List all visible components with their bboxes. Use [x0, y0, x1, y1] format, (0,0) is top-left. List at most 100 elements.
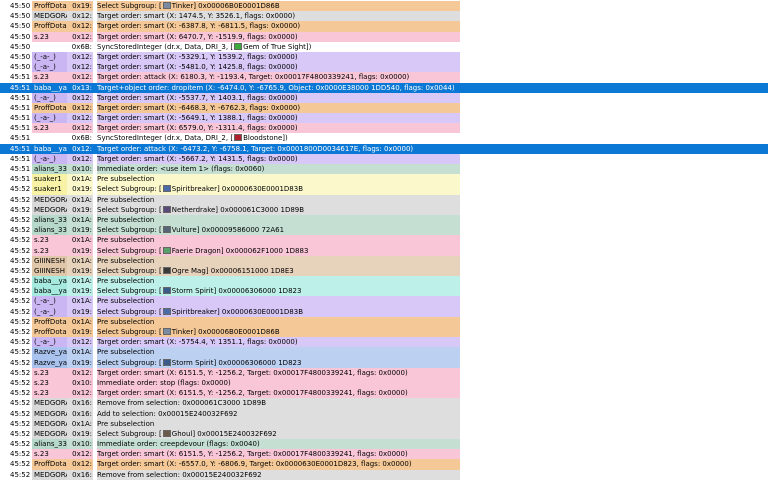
log-row-selected[interactable]: 45:51baba__yaga. 0x12: Target order: attac…	[0, 143, 768, 154]
row-message-text: Pre subselection	[97, 297, 155, 306]
row-action-code: 0x1A:	[67, 255, 93, 266]
row-time: 45:52	[10, 307, 31, 316]
row-action-code: 0x1A:	[67, 174, 93, 185]
log-row[interactable]: 45:51 (_-a-_) 0x12: Target order: smart (X:…	[0, 153, 768, 164]
row-message-text: Target order: smart (X: -6387.8, Y: -681…	[97, 22, 301, 31]
row-time: 45:51	[10, 165, 31, 173]
log-row[interactable]: 45:52MEDGORADOK0x1A: Pre subselection	[0, 194, 768, 205]
log-row[interactable]: 45:52Razve_ya_odin)0x19: Select Subgroup:…	[0, 357, 768, 368]
log-row[interactable]: 45:52alians_3330x10: Immediate order: cre…	[0, 439, 768, 450]
row-message: Select Subgroup: [Spiritbreaker] 0x00006…	[97, 306, 460, 317]
row-time: 45:51	[10, 175, 31, 184]
row-message: Target order: smart (X: -5649.1, Y: 1388…	[97, 113, 460, 124]
action-log-list[interactable]: 45:50ProffDotaa0x19:Select Subgroup: [Ti…	[0, 1, 768, 480]
row-action-code: 0x13:	[72, 83, 92, 92]
row-message-text-suffix: Ghoul] 0x00015E240032F692	[171, 429, 277, 438]
log-row[interactable]: 45:52MEDGORADOK0x16: Add to selection: 0x…	[0, 408, 768, 419]
log-row[interactable]: 45:52 s.23 0x19: Select Subgroup: [Faerie D…	[0, 245, 768, 256]
log-row[interactable]: 45:51 s.23 0x12: Target order: attack (X: 6…	[0, 72, 768, 83]
log-row[interactable]: 45:52ProffDotaa0x1A: Pre subselection	[0, 316, 768, 327]
log-row[interactable]: 45:52 (_-a-_) 0x1A: Pre subselection	[0, 296, 768, 307]
log-row[interactable]: 45:50 (_-a-_) 0x12: Target order: smart (X:…	[0, 51, 768, 63]
log-row[interactable]: 45:51 s.23 0x12: Target order: smart (X: 65…	[0, 123, 768, 134]
log-row[interactable]: 45:52MEDGORADOK0x19: Select Subgroup: [Gh…	[0, 428, 768, 440]
log-row[interactable]: 45:52 s.23 0x12: Target order: smart (X: 61…	[0, 449, 768, 460]
row-message-text: Pre subselection	[97, 195, 155, 204]
log-row[interactable]: 45:50MEDGORADOK0x12: Target order: smart …	[0, 11, 768, 22]
row-time: 45:51	[10, 83, 31, 92]
row-message-text: Add to selection: 0x00015E240032F692	[97, 409, 238, 418]
row-action-code: 0x16:	[67, 469, 93, 480]
row-message: Target order: smart (X: -6387.8, Y: -681…	[97, 21, 460, 32]
row-message-text-suffix: Netherdrake] 0x000061C3000 1D89B	[171, 205, 305, 214]
row-message: Pre subselection	[97, 235, 460, 246]
log-row[interactable]: 45:52 GIIINESH 0x1A: Pre subselection	[0, 255, 768, 266]
log-row[interactable]: 45:52 GIIINESH 0x19: Select Subgroup: [Ogre…	[0, 265, 768, 277]
row-message: Pre subselection	[97, 276, 460, 287]
row-action-code: 0x19:	[67, 327, 93, 338]
row-time: 45:52	[10, 429, 31, 438]
row-message-text: Target order: smart (X: -6468.3, Y: -676…	[97, 103, 301, 112]
log-row[interactable]: 45:50 (_-a-_) 0x12: Target order: smart (X:…	[0, 62, 768, 73]
row-action-code: 0x12:	[67, 459, 93, 470]
row-message: Target order: smart (X: -5329.1, Y: 1539…	[97, 51, 460, 63]
log-row[interactable]: 45:52ProffDotaa0x12: Target order: smart …	[0, 459, 768, 470]
row-time: 45:50	[10, 22, 31, 31]
log-row[interactable]: 45:52alians_3330x19: Select Subgroup: [Vu…	[0, 225, 768, 236]
row-message-text: Pre subselection	[97, 419, 155, 428]
log-row[interactable]: 45:52 s.23 0x10: Immediate order: stop (fla…	[0, 377, 768, 389]
log-row[interactable]: 45:51ProffDotaa0x12: Target order: smart …	[0, 102, 768, 114]
row-action-code: 0x12:	[67, 31, 93, 42]
row-message-text-suffix: Vulture] 0x00009586000 72A61	[171, 226, 285, 235]
row-action-code: 0x1A:	[67, 214, 93, 226]
row-player-name: baba__yaga.	[34, 144, 67, 153]
log-row[interactable]: 45:51 (_-a-_) 0x12: Target order: smart (X:…	[0, 92, 768, 103]
log-row[interactable]: 45:52MEDGORADOK0x16: Remove from selectio…	[0, 398, 768, 409]
row-message-text: SyncStoredInteger (dr.x, Data, DRI_3, [	[97, 42, 234, 51]
log-row[interactable]: 45:52 suaker1 0x19: Select Subgroup: [Spiri…	[0, 184, 768, 195]
log-row[interactable]: 45:50 s.23 0x12: Target order: smart (X: 64…	[0, 31, 768, 42]
row-message-text: Target order: smart (X: -6557.0, Y: -680…	[97, 460, 412, 469]
row-time: 45:52	[10, 348, 31, 357]
log-row[interactable]: 45:51 0x6B: SyncStoredInteger (dr.x, Data,…	[0, 133, 768, 144]
row-message: Select Subgroup: [Tinker] 0x00006B0E0001…	[97, 327, 460, 338]
log-row[interactable]: 45:52 s.23 0x12: Target order: smart (X: 61…	[0, 388, 768, 399]
log-row[interactable]: 45:52baba__yaga.0x1A: Pre subselection	[0, 276, 768, 287]
row-message-text: Pre subselection	[97, 256, 155, 265]
row-player-name: GIIINESH	[32, 255, 67, 266]
log-row[interactable]: 45:52alians_3330x1A: Pre subselection	[0, 214, 768, 226]
row-message-text: Select Subgroup: [	[97, 246, 162, 255]
row-player-name: alians_333	[32, 225, 67, 236]
row-player-name: s.23	[32, 377, 67, 389]
tinker-icon	[162, 2, 171, 9]
row-message-text: Select Subgroup: [	[97, 287, 162, 296]
row-message-text-suffix: Tinker] 0x00006B0E0001D86B	[171, 2, 280, 10]
log-row[interactable]: 45:52MEDGORADOK0x16: Remove from selectio…	[0, 469, 768, 480]
row-message-text: Immediate order: stop (flags: 0x0000)	[97, 378, 231, 387]
log-row[interactable]: 45:50ProffDotaa0x19: Select Subgroup: [Ti…	[0, 1, 768, 12]
log-row[interactable]: 45:52 s.23 0x12: Target order: smart (X: 61…	[0, 367, 768, 378]
log-row[interactable]: 45:52MEDGORADOK0x19: Select Subgroup: [Ne…	[0, 204, 768, 215]
log-row[interactable]: 45:52MEDGORADOK0x1A: Pre subselection	[0, 418, 768, 429]
log-row-selected[interactable]: 45:51baba__yaga. 0x13: Target+object order…	[0, 82, 768, 93]
row-message: Target order: smart (X: -5537.7, Y: 1403…	[97, 92, 460, 103]
log-row[interactable]: 45:51 suaker1 0x1A: Pre subselection	[0, 174, 768, 185]
log-row[interactable]: 45:52 (_-a-_) 0x12: Target order: smart (X:…	[0, 337, 768, 348]
row-message: Target order: smart (X: -6557.0, Y: -680…	[97, 459, 460, 470]
row-message-text: Pre subselection	[97, 317, 155, 326]
log-row[interactable]: 45:52 (_-a-_) 0x19: Select Subgroup: [Spiri…	[0, 306, 768, 317]
log-row[interactable]: 45:52ProffDotaa0x19: Select Subgroup: [Ti…	[0, 327, 768, 338]
row-time: 45:52	[10, 226, 31, 235]
row-action-code: 0x12:	[67, 388, 93, 399]
log-row[interactable]: 45:50 0x6B: SyncStoredInteger (dr.x, Data,…	[0, 41, 768, 52]
row-message-text: Immediate order: creepdevour (flags: 0x0…	[97, 440, 260, 449]
log-row[interactable]: 45:52baba__yaga.0x19:Select Subgroup: [S…	[0, 286, 768, 297]
log-row[interactable]: 45:52 s.23 0x1A: Pre subselection	[0, 235, 768, 246]
row-message: Pre subselection	[97, 174, 460, 185]
log-row[interactable]: 45:52Razve_ya_odin)0x1A: Pre subselection	[0, 347, 768, 358]
log-row[interactable]: 45:51alians_3330x10: Immediate order: <us…	[0, 164, 768, 175]
log-row[interactable]: 45:51 (_-a-_) 0x12: Target order: smart (X:…	[0, 113, 768, 124]
row-message: Select Subgroup: [Ogre Mag] 0x0000615100…	[97, 265, 460, 277]
row-message-text: Select Subgroup: [	[97, 205, 162, 214]
log-row[interactable]: 45:50ProffDotaa0x12: Target order: smart …	[0, 21, 768, 32]
